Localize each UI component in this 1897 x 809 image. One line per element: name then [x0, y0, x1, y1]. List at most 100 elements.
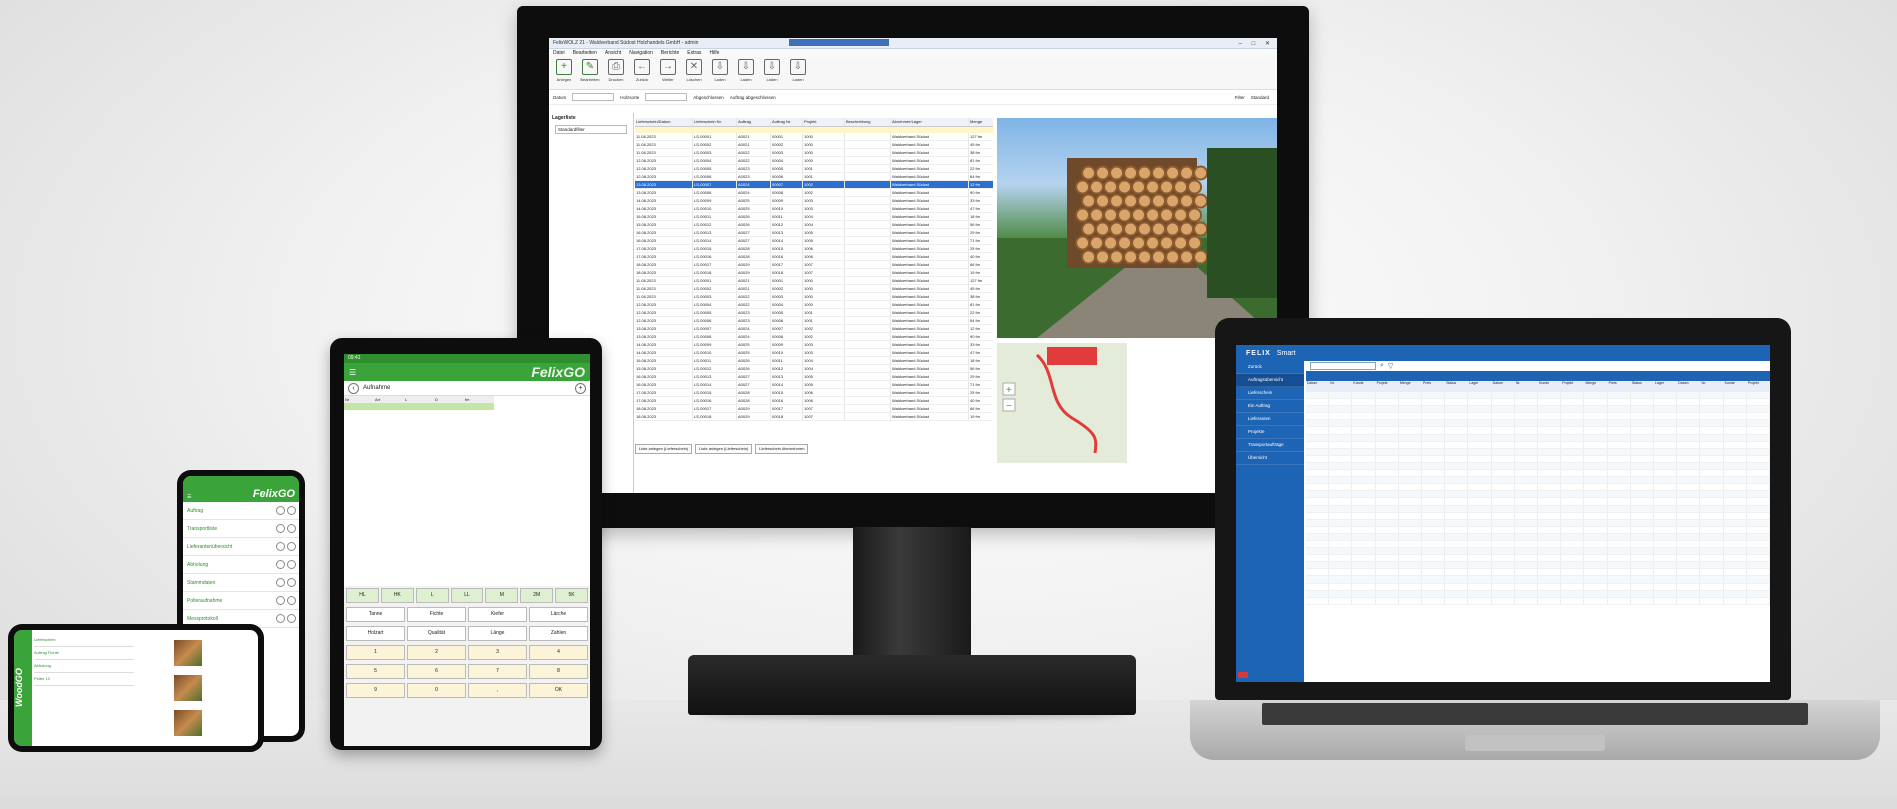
footer-button[interactable]: Liste anlegen (Lieferschein)	[635, 444, 693, 454]
table-row[interactable]	[1306, 526, 1770, 534]
list-item[interactable]: Stammdaten	[183, 574, 299, 592]
info-icon[interactable]	[276, 578, 285, 587]
table-row[interactable]	[344, 403, 494, 410]
keypad-key[interactable]: 9	[346, 683, 405, 698]
table-row[interactable]: 14.08.2023 LS-00009 A0025 00009 1003 Waldverb…	[635, 341, 993, 349]
column-header[interactable]: Lieferschein/Datum	[635, 118, 693, 126]
column-header[interactable]: Beschreibung	[845, 118, 891, 126]
keypad-key[interactable]: HL	[346, 588, 379, 603]
table-row[interactable]	[1306, 484, 1770, 492]
column-header[interactable]: Kunde	[1724, 381, 1747, 392]
sidebar-item[interactable]: Auftragsübersicht	[1236, 374, 1304, 387]
menu-icon[interactable]: ☰	[187, 494, 191, 500]
keypad-key[interactable]: 5K	[555, 588, 589, 603]
list-item[interactable]: Abholung	[183, 556, 299, 574]
column-header[interactable]: Datum	[1677, 381, 1701, 392]
list-item[interactable]: Transportliste	[183, 520, 299, 538]
menu-item[interactable]: Ansicht	[605, 50, 621, 56]
table-row[interactable]	[1306, 548, 1770, 556]
table-row[interactable]: 16.08.2023 LS-00014 A0027 00014 1005 Waldverb…	[635, 237, 993, 245]
toolbar-button[interactable]: ✎ Bearbeiten	[579, 59, 601, 87]
table-row[interactable]: 14.08.2023 LS-00010 A0025 00010 1003 Waldverb…	[635, 349, 993, 357]
table-row[interactable]: 17.08.2023 LS-00015 A0028 00015 1006 Waldverb…	[635, 245, 993, 253]
keypad-key[interactable]: 6	[407, 664, 466, 679]
table-row[interactable]	[1306, 576, 1770, 584]
keypad-key[interactable]: 8	[529, 664, 588, 679]
column-header[interactable]: Lager	[1654, 381, 1678, 392]
table-row[interactable]: 12.08.2023 LS-00006 A0023 00006 1001 Waldverb…	[635, 317, 993, 325]
table-row[interactable]: 18.08.2023 LS-00018 A0029 00018 1007 Waldverb…	[635, 269, 993, 277]
table-row[interactable]	[344, 410, 494, 417]
table-row[interactable]: 11.08.2023 LS-00002 A0021 00002 1000 Waldverb…	[635, 285, 993, 293]
timber-thumbnail[interactable]	[174, 710, 202, 736]
table-row[interactable]: 11.08.2023 LS-00001 A0021 00001 1000 Waldverb…	[635, 133, 993, 141]
sidebar-item[interactable]: Lieferanten	[1236, 413, 1304, 426]
info-icon[interactable]	[276, 542, 285, 551]
keypad-key[interactable]: HK	[380, 588, 414, 603]
column-header[interactable]: Nr.	[1700, 381, 1724, 392]
sidebar-item[interactable]: Lieferschein	[1236, 387, 1304, 400]
table-row[interactable]	[1306, 540, 1770, 549]
keypad-key[interactable]: 2	[407, 645, 466, 660]
table-row[interactable]: 12.08.2023 LS-00005 A0023 00005 1001 Waldverb…	[635, 309, 993, 317]
footer-button[interactable]: Liste anlegen (Lieferschein)	[695, 444, 753, 454]
table-row[interactable]: 13.08.2023 LS-00008 A0024 00008 1002 Waldverb…	[635, 333, 993, 341]
toolbar-button[interactable]: ⇩ Laden	[735, 59, 757, 87]
table-row[interactable]: 15.08.2023 LS-00012 A0026 00012 1004 Waldverb…	[635, 221, 993, 229]
table-row[interactable]	[1306, 569, 1770, 577]
timber-thumbnail[interactable]	[174, 675, 202, 701]
search-icon[interactable]: ⌕	[1380, 362, 1384, 370]
list-item[interactable]: Polter 12	[34, 673, 134, 686]
column-header[interactable]: Projekt	[1747, 381, 1770, 392]
range-filter-value[interactable]: Standard	[1251, 95, 1269, 100]
column-header[interactable]: Projekt	[1561, 381, 1585, 392]
date-filter-input[interactable]	[572, 93, 615, 101]
table-row[interactable]: 16.08.2023 LS-00013 A0027 00013 1005 Waldverb…	[635, 373, 993, 381]
table-row[interactable]: 11.08.2023 LS-00003 A0022 00003 1000 Waldverb…	[635, 293, 993, 301]
table-row[interactable]: 13.08.2023 LS-00007 A0024 00007 1002 Waldverb…	[635, 181, 993, 189]
toolbar-button[interactable]: ✕ Löschen	[683, 59, 705, 87]
keypad-key[interactable]: Tanne	[346, 607, 405, 622]
list-item[interactable]: Abholung	[34, 660, 134, 673]
sidebar-item[interactable]: Ein Auftrag	[1236, 400, 1304, 413]
keypad-key[interactable]: 2M	[520, 588, 554, 603]
table-row[interactable]	[1306, 583, 1770, 591]
keypad-key[interactable]: 7	[468, 664, 527, 679]
menu-item[interactable]: Navigation	[629, 50, 653, 56]
sidebar-item[interactable]: Übersicht	[1236, 452, 1304, 465]
toolbar-button[interactable]: ⇩ Laden	[761, 59, 783, 87]
laptop-search-input[interactable]	[1310, 362, 1376, 370]
menu-item[interactable]: Berichte	[661, 50, 679, 56]
keypad-key[interactable]: ,	[468, 683, 527, 698]
add-icon[interactable]	[287, 578, 296, 587]
back-icon[interactable]: ‹	[348, 382, 359, 394]
add-icon[interactable]	[287, 542, 296, 551]
table-row[interactable]	[1306, 533, 1770, 541]
menu-item[interactable]: Bearbeiten	[573, 50, 597, 56]
info-icon[interactable]	[276, 524, 285, 533]
info-icon[interactable]	[276, 614, 285, 623]
timber-thumbnail[interactable]	[174, 640, 202, 666]
table-row[interactable]: 12.08.2023 LS-00004 A0022 00004 1000 Waldverb…	[635, 301, 993, 309]
table-row[interactable]	[1306, 392, 1770, 400]
info-icon[interactable]	[276, 560, 285, 569]
toolbar-button[interactable]: ⇩ Laden	[709, 59, 731, 87]
column-header[interactable]: Projekt	[803, 118, 845, 126]
table-row[interactable]	[1306, 562, 1770, 570]
table-row[interactable]: 13.08.2023 LS-00007 A0024 00007 1002 Waldverb…	[635, 325, 993, 333]
table-row[interactable]	[1306, 519, 1770, 527]
table-row[interactable]	[1306, 462, 1770, 471]
column-header[interactable]: Lieferschein Nr.	[693, 118, 737, 126]
menu-item[interactable]: Datei	[553, 50, 565, 56]
order-closed-checkbox-label[interactable]: Auftrag abgeschlossen	[730, 95, 776, 100]
list-item[interactable]: Auftrag	[183, 502, 299, 520]
toolbar-button[interactable]: → Weiter	[657, 59, 679, 87]
table-row[interactable]	[344, 424, 494, 431]
menu-icon[interactable]: ☰	[349, 368, 356, 377]
keypad-key[interactable]: Fichte	[407, 607, 466, 622]
filter-icon[interactable]: ▽	[1388, 362, 1393, 370]
table-row[interactable]	[1306, 420, 1770, 428]
column-header[interactable]: Menge	[1584, 381, 1608, 392]
column-header[interactable]: Status	[1631, 381, 1655, 392]
menu-item[interactable]: Hilfe	[709, 50, 719, 56]
